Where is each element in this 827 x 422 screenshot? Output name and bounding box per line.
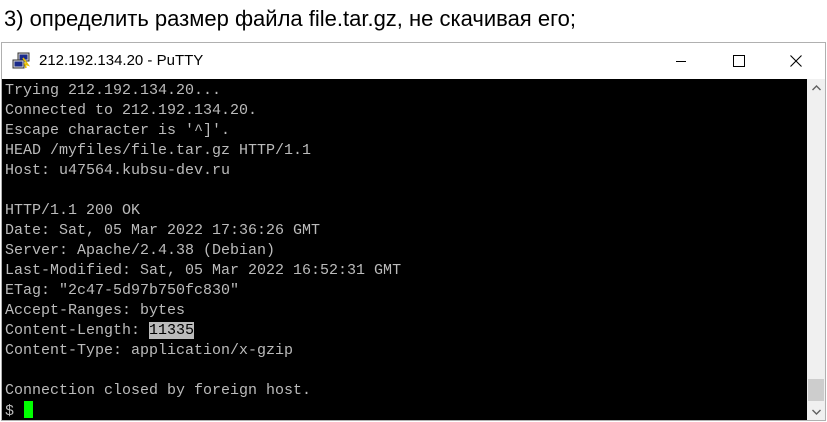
scrollbar-thumb[interactable] bbox=[808, 379, 824, 401]
terminal-line: HTTP/1.1 200 OK bbox=[5, 202, 141, 219]
minimize-icon bbox=[676, 61, 686, 62]
terminal-line: Accept-Ranges: bytes bbox=[5, 302, 186, 319]
terminal-line: ETag: "2c47-5d97b750fc830" bbox=[5, 282, 240, 299]
close-button[interactable] bbox=[767, 43, 825, 79]
terminal-line: Date: Sat, 05 Mar 2022 17:36:26 GMT bbox=[5, 222, 321, 239]
close-icon bbox=[790, 55, 802, 67]
putty-icon[interactable] bbox=[12, 52, 32, 70]
terminal-line: Last-Modified: Sat, 05 Mar 2022 16:52:31… bbox=[5, 262, 402, 279]
scroll-down-arrow-icon bbox=[811, 409, 821, 415]
putty-window: 212.192.134.20 - PuTTY Trying 212.192.13… bbox=[1, 42, 826, 421]
terminal-line: Connected to 212.192.134.20. bbox=[5, 102, 258, 119]
content-length-value[interactable]: 11335 bbox=[149, 322, 195, 339]
terminal-line: Connection closed by foreign host. bbox=[5, 382, 312, 399]
terminal-line: Host: u47564.kubsu-dev.ru bbox=[5, 162, 231, 179]
minimize-button[interactable] bbox=[652, 43, 710, 79]
title-bar[interactable]: 212.192.134.20 - PuTTY bbox=[2, 43, 825, 79]
document-caption: 3) определить размер файла file.tar.gz, … bbox=[4, 6, 576, 31]
terminal-line: Trying 212.192.134.20... bbox=[5, 82, 222, 99]
terminal-line: Content-Type: application/x-gzip bbox=[5, 342, 294, 359]
scroll-down-button[interactable] bbox=[807, 403, 825, 420]
prompt-line[interactable]: $ bbox=[5, 401, 34, 420]
scroll-up-arrow-icon bbox=[811, 84, 821, 90]
text-cursor bbox=[24, 401, 34, 418]
content-length-line: Content-Length: 11335 bbox=[5, 321, 195, 341]
terminal-output[interactable]: Trying 212.192.134.20... Connected to 21… bbox=[2, 79, 807, 420]
content-length-label: Content-Length: bbox=[5, 322, 150, 339]
maximize-icon bbox=[733, 55, 745, 67]
scroll-up-button[interactable] bbox=[807, 79, 825, 96]
shell-prompt: $ bbox=[5, 403, 24, 420]
window-title: 212.192.134.20 - PuTTY bbox=[39, 52, 204, 69]
vertical-scrollbar[interactable] bbox=[807, 79, 825, 420]
maximize-button[interactable] bbox=[710, 43, 768, 79]
terminal-line: Escape character is '^]'. bbox=[5, 122, 231, 139]
terminal-line: Server: Apache/2.4.38 (Debian) bbox=[5, 242, 276, 259]
terminal-line: HEAD /myfiles/file.tar.gz HTTP/1.1 bbox=[5, 142, 312, 159]
